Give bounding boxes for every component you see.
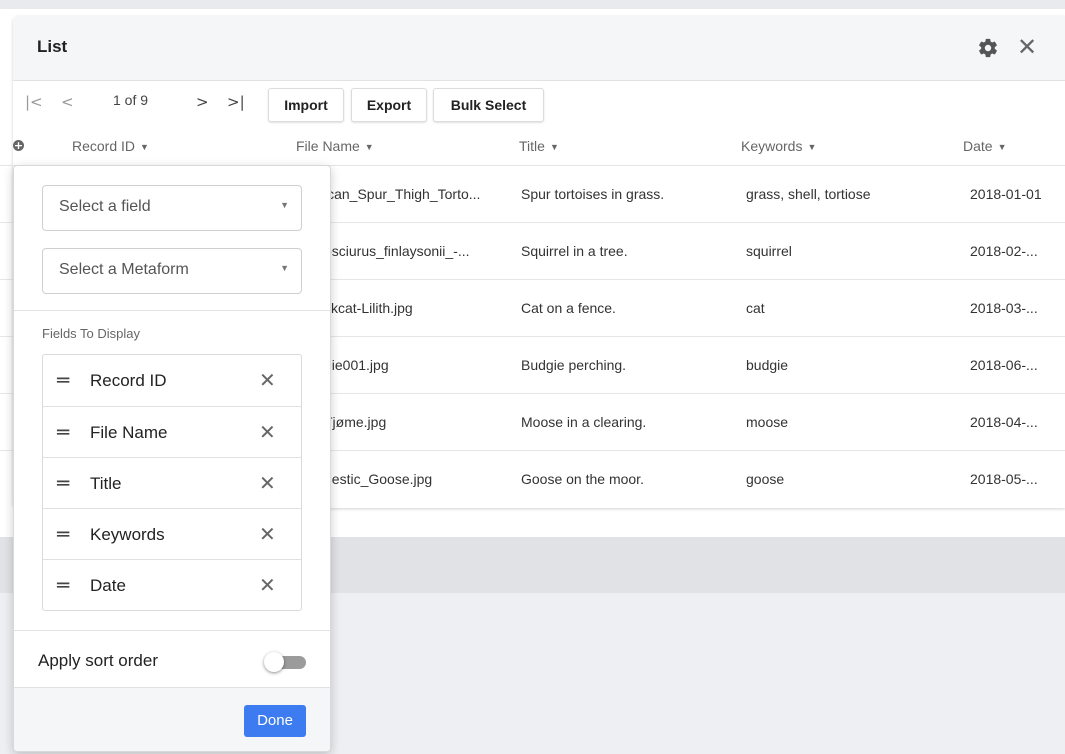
cell-title: Moose in a clearing. bbox=[521, 414, 647, 430]
column-header-keywords[interactable]: Keywords ▼ bbox=[741, 138, 816, 154]
page-info: 1 of 9 bbox=[113, 92, 149, 108]
cell-keywords: cat bbox=[746, 300, 765, 316]
drag-handle-icon[interactable]: ═ bbox=[57, 524, 69, 544]
export-button[interactable]: Export bbox=[351, 88, 427, 122]
remove-icon[interactable]: ✕ bbox=[259, 522, 276, 546]
apply-sort-order-label: Apply sort order bbox=[38, 651, 158, 670]
cell-keywords: budgie bbox=[746, 357, 789, 373]
cell-title: Cat on a fence. bbox=[521, 300, 616, 316]
add-column-icon[interactable]: + bbox=[13, 140, 24, 151]
cell-date: 2018-03-... bbox=[970, 300, 1038, 316]
top-strip bbox=[0, 0, 1065, 9]
field-item-label: Keywords bbox=[90, 525, 165, 544]
cell-title: Squirrel in a tree. bbox=[521, 243, 628, 259]
panel-title: List bbox=[37, 37, 68, 56]
chevron-down-icon: ▼ bbox=[280, 200, 289, 210]
metaform-select-placeholder: Select a Metaform bbox=[59, 261, 189, 278]
cell-keywords: moose bbox=[746, 414, 789, 430]
sort-caret-icon: ▼ bbox=[549, 142, 559, 152]
done-button[interactable]: Done bbox=[244, 705, 306, 737]
field-item-label: Title bbox=[90, 474, 122, 493]
cell-date: 2018-04-... bbox=[970, 414, 1038, 430]
field-item-label: File Name bbox=[90, 423, 168, 442]
field-item-title[interactable]: ═ Title ✕ bbox=[43, 457, 301, 509]
sort-caret-icon: ▼ bbox=[807, 142, 817, 152]
cell-title: Budgie perching. bbox=[521, 357, 627, 373]
remove-icon[interactable]: ✕ bbox=[259, 420, 276, 444]
close-icon[interactable]: ✕ bbox=[1014, 33, 1040, 61]
cell-file-name: Tjøme.jpg bbox=[324, 414, 387, 430]
column-settings-popover: Select a field ▼ Select a Metaform ▼ Fie… bbox=[13, 165, 331, 752]
drag-handle-icon[interactable]: ═ bbox=[57, 370, 69, 390]
fields-to-display-label: Fields To Display bbox=[42, 326, 141, 341]
column-header-file-name[interactable]: File Name ▼ bbox=[296, 138, 374, 154]
field-item-date[interactable]: ═ Date ✕ bbox=[43, 559, 301, 611]
import-button[interactable]: Import bbox=[268, 88, 344, 122]
next-page-button[interactable]: > bbox=[196, 93, 209, 111]
cell-file-name: ican_Spur_Thigh_Torto... bbox=[324, 186, 481, 202]
gear-icon[interactable] bbox=[977, 37, 999, 59]
cell-date: 2018-01-01 bbox=[970, 186, 1042, 202]
cell-date: 2018-02-... bbox=[970, 243, 1038, 259]
first-page-button[interactable]: |< bbox=[25, 93, 43, 111]
cell-keywords: squirrel bbox=[746, 243, 792, 259]
cell-keywords: grass, shell, tortiose bbox=[746, 186, 871, 202]
cell-file-name: nestic_Goose.jpg bbox=[324, 471, 433, 487]
cell-file-name: ckcat-Lilith.jpg bbox=[324, 300, 413, 316]
toggle-knob bbox=[264, 652, 284, 672]
column-header-title[interactable]: Title ▼ bbox=[519, 138, 559, 154]
field-item-label: Date bbox=[90, 576, 126, 595]
field-item-keywords[interactable]: ═ Keywords ✕ bbox=[43, 508, 301, 560]
field-select-placeholder: Select a field bbox=[59, 198, 151, 215]
sort-caret-icon: ▼ bbox=[364, 142, 374, 152]
last-page-button[interactable]: >| bbox=[227, 93, 245, 111]
drag-handle-icon[interactable]: ═ bbox=[57, 575, 69, 595]
cell-title: Goose on the moor. bbox=[521, 471, 644, 487]
field-item-file-name[interactable]: ═ File Name ✕ bbox=[43, 406, 301, 458]
column-header-date[interactable]: Date ▼ bbox=[963, 138, 1007, 154]
cell-title: Spur tortoises in grass. bbox=[521, 186, 665, 202]
cell-date: 2018-06-... bbox=[970, 357, 1038, 373]
fields-to-display-list: ═ Record ID ✕ ═ File Name ✕ ═ Title ✕ ═ … bbox=[42, 354, 302, 611]
remove-icon[interactable]: ✕ bbox=[259, 368, 276, 392]
metaform-select[interactable]: Select a Metaform ▼ bbox=[42, 248, 302, 294]
drag-handle-icon[interactable]: ═ bbox=[57, 422, 69, 442]
cell-file-name: gie001.jpg bbox=[324, 357, 389, 373]
divider bbox=[14, 310, 330, 311]
field-item-label: Record ID bbox=[90, 371, 167, 390]
toolbar: |< < 1 of 9 > >| Import Export Bulk Sele… bbox=[13, 81, 1065, 125]
chevron-down-icon: ▼ bbox=[280, 263, 289, 273]
divider bbox=[14, 630, 330, 631]
remove-icon[interactable]: ✕ bbox=[259, 573, 276, 597]
column-header-record-id[interactable]: Record ID ▼ bbox=[72, 138, 149, 154]
drag-handle-icon[interactable]: ═ bbox=[57, 473, 69, 493]
prev-page-button[interactable]: < bbox=[61, 93, 74, 111]
field-item-record-id[interactable]: ═ Record ID ✕ bbox=[43, 355, 301, 406]
cell-file-name: osciurus_finlaysonii_-... bbox=[324, 243, 470, 259]
apply-sort-order-toggle[interactable] bbox=[264, 652, 306, 672]
panel-header: List ✕ bbox=[13, 16, 1065, 81]
cell-date: 2018-05-... bbox=[970, 471, 1038, 487]
cell-keywords: goose bbox=[746, 471, 785, 487]
popover-footer: Done bbox=[14, 687, 330, 751]
bulk-select-button[interactable]: Bulk Select bbox=[433, 88, 544, 122]
remove-icon[interactable]: ✕ bbox=[259, 471, 276, 495]
field-select[interactable]: Select a field ▼ bbox=[42, 185, 302, 231]
sort-caret-icon: ▼ bbox=[140, 142, 149, 152]
sort-caret-icon: ▼ bbox=[997, 142, 1007, 152]
